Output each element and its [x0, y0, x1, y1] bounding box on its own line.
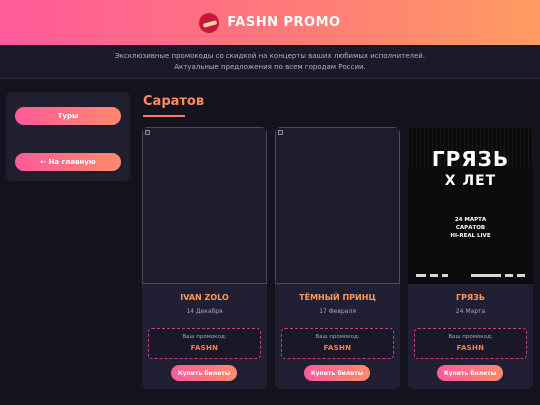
sidebar: Туры ← На главную [6, 92, 130, 181]
broken-image-icon [145, 130, 150, 135]
site-header: FASHN PROMO [0, 0, 540, 45]
concert-card: ГРЯЗЬ X ЛЕТ 24 МАРТА САРАТОВ HI-REAL LIV… [408, 127, 533, 389]
promo-box: Ваш промокод: FASHN [148, 328, 261, 359]
home-button[interactable]: ← На главную [15, 153, 121, 171]
promo-code[interactable]: FASHN [282, 344, 393, 352]
poster-image: ГРЯЗЬ X ЛЕТ 24 МАРТА САРАТОВ HI-REAL LIV… [408, 127, 533, 284]
sponsor-logo [441, 273, 448, 277]
sponsor-logo [516, 273, 525, 277]
concert-card: IVAN ZOLO 14 Декабря Ваш промокод: FASHN… [142, 127, 267, 389]
poster-image [142, 127, 267, 284]
poster-title: ГРЯЗЬ [431, 147, 510, 171]
poster-image [275, 127, 400, 284]
poster-subtitle: X ЛЕТ [444, 173, 497, 189]
sponsor-logo [429, 273, 438, 277]
buy-tickets-button[interactable]: Купить билеты [171, 365, 237, 381]
title-underline [143, 115, 185, 117]
sponsor-logo [471, 273, 502, 277]
promo-label: Ваш промокод: [182, 334, 227, 340]
concert-date: 14 Декабря [186, 308, 223, 315]
promo-code[interactable]: FASHN [149, 344, 260, 352]
sponsor-logo [505, 273, 514, 277]
buy-tickets-button[interactable]: Купить билеты [304, 365, 370, 381]
artist-name: IVAN ZOLO [180, 293, 229, 302]
sponsor-logos [416, 272, 525, 278]
intro-banner: Эксклюзивные промокоды со скидкой на кон… [0, 45, 540, 79]
promo-box: Ваш промокод: FASHN [414, 328, 527, 359]
intro-line-1: Эксклюзивные промокоды со скидкой на кон… [114, 52, 426, 60]
promo-label: Ваш промокод: [448, 334, 493, 340]
concert-card: ТЁМНЫЙ ПРИНЦ 17 Февраля Ваш промокод: FA… [275, 127, 400, 389]
intro-line-2: Актуальные предложения по всем городам Р… [174, 63, 366, 71]
poster-info-line: 24 МАРТА [454, 217, 487, 223]
fashn-logo-icon[interactable] [199, 12, 220, 33]
buy-tickets-button[interactable]: Купить билеты [437, 365, 503, 381]
page-title: Саратов [143, 94, 205, 109]
artist-name: ГРЯЗЬ [456, 293, 485, 302]
sponsor-logo [416, 273, 426, 277]
concert-date: 17 Февраля [319, 308, 356, 315]
concert-date: 24 Марта [455, 308, 486, 315]
broken-image-icon [278, 130, 283, 135]
poster-info: 24 МАРТА САРАТОВ HI-REAL LIVE [408, 216, 533, 240]
poster-info-line: HI-REAL LIVE [450, 233, 491, 239]
brand-title[interactable]: FASHN PROMO [227, 15, 340, 30]
artist-name: ТЁМНЫЙ ПРИНЦ [299, 293, 376, 302]
promo-box: Ваш промокод: FASHN [281, 328, 394, 359]
tours-button[interactable]: Туры [15, 107, 121, 125]
promo-code[interactable]: FASHN [415, 344, 526, 352]
poster-info-line: САРАТОВ [455, 225, 486, 231]
promo-label: Ваш промокод: [315, 334, 360, 340]
